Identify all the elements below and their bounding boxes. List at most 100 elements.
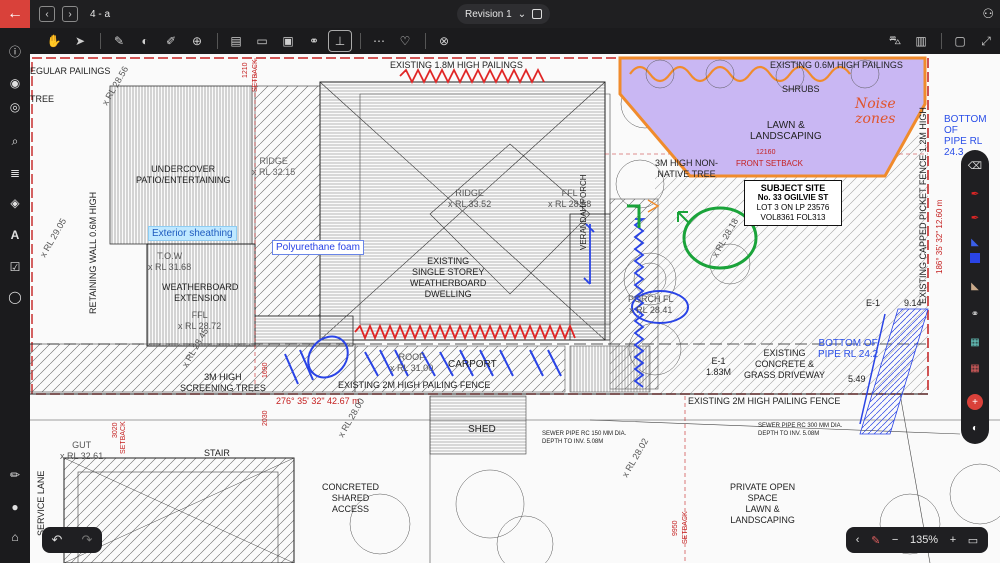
blue-pen-button[interactable]: ◣: [967, 234, 983, 250]
search-button[interactable]: ⌕: [6, 132, 24, 150]
toolbar-divider: [425, 33, 426, 49]
label-shed: SHED: [468, 424, 496, 435]
pan-tool-button[interactable]: ✋: [42, 30, 66, 52]
stamp-button[interactable]: ⊥: [328, 30, 352, 52]
brown-marker-button[interactable]: ◣: [967, 278, 983, 294]
subject-site-box: SUBJECT SITE No. 33 OGILVIE ST LOT 3 ON …: [744, 180, 842, 226]
target-icon: ◉: [9, 76, 21, 90]
markup-visibility-button[interactable]: ▢: [948, 30, 972, 52]
top-bar: ← ‹ › 4 - a Revision 1 ⌄ ⚇: [0, 0, 1000, 28]
info-button[interactable]: ⓘ: [6, 42, 24, 60]
chevron-left-icon: ‹: [45, 8, 49, 20]
layers-button[interactable]: ◈: [6, 194, 24, 212]
eraser-button[interactable]: ⌫: [967, 158, 983, 174]
add-markup-button[interactable]: +: [967, 394, 983, 410]
highlighter-icon: ✐: [165, 34, 177, 48]
revision-selector[interactable]: Revision 1 ⌄: [457, 4, 551, 24]
undo-redo-bar: ↶ ↷: [42, 527, 102, 553]
status-button[interactable]: ●: [6, 498, 24, 516]
previous-page-button[interactable]: ‹: [39, 6, 55, 22]
tablet-pen-icon: ▢: [954, 34, 966, 48]
link-markup-button[interactable]: ⚭: [967, 306, 983, 322]
compare-icon: [532, 9, 543, 19]
link-tool-button[interactable]: ⚭: [302, 30, 326, 52]
checklist-button[interactable]: ☑: [6, 258, 24, 276]
learn-button[interactable]: ⌂: [6, 528, 24, 546]
toolbar-divider: [360, 33, 361, 49]
label-porch-fl: PORCH FL x RL 28.41: [628, 294, 674, 315]
select-tool-button[interactable]: ➤: [68, 30, 92, 52]
blue-swatch[interactable]: [970, 253, 980, 263]
toolbar-divider: [100, 33, 101, 49]
comments-button[interactable]: ◯: [6, 288, 24, 306]
drawing-canvas[interactable]: EXISTING 1.8M HIGH PAILINGS EGULAR PAILI…: [30, 54, 1000, 563]
library-button[interactable]: ▥: [909, 30, 933, 52]
label-dim-1210: 1210: [242, 62, 249, 78]
user-circle-icon: ◎: [9, 100, 21, 114]
label-tow: T.O.W x RL 31.68: [148, 251, 192, 272]
label-e1b: E-1: [866, 298, 881, 308]
add-tool-button[interactable]: ⊕: [185, 30, 209, 52]
teal-stamp-button[interactable]: ▦: [967, 334, 983, 350]
redo-button[interactable]: ↷: [82, 532, 93, 548]
favorite-button[interactable]: ♡: [393, 30, 417, 52]
subject-address: No. 33 OGILVIE ST: [757, 193, 829, 202]
annotation-noise-zones[interactable]: Noise zones: [852, 96, 899, 128]
red-pen-button[interactable]: ✒: [967, 186, 983, 202]
subject-vol: VOL8361 FOL313: [760, 213, 826, 222]
page-label: 4 - a: [90, 8, 111, 20]
red-marker-button[interactable]: ✒: [967, 210, 983, 226]
highlighter-tool-button[interactable]: ✐: [159, 30, 183, 52]
red-stamp-button[interactable]: ▦: [967, 360, 983, 376]
brown-marker-icon: ◣: [971, 280, 979, 292]
chat-bubble-icon: ◯: [8, 290, 22, 304]
pen-tool-button[interactable]: ✎: [107, 30, 131, 52]
shape-tool-button[interactable]: ◐: [133, 30, 157, 52]
edit-list-button[interactable]: ≣: [6, 164, 24, 182]
close-circle-icon: ⊗: [438, 34, 450, 48]
annotation-exterior-sheathing[interactable]: Exterior sheathing: [148, 226, 237, 241]
zoom-in-button[interactable]: +: [950, 534, 956, 546]
chevron-down-icon: ⌄: [517, 8, 527, 20]
collapse-zoom-button[interactable]: ‹: [856, 534, 860, 546]
text-style-button[interactable]: A: [6, 226, 24, 244]
close-tool-button[interactable]: ⊗: [432, 30, 456, 52]
toolbar-divider: [941, 33, 942, 49]
zoom-level[interactable]: 135%: [910, 534, 938, 546]
fit-page-button[interactable]: ▭: [968, 534, 978, 547]
location-button[interactable]: ◉: [6, 74, 24, 92]
pen-icon: ✎: [113, 34, 125, 48]
color-picker-button[interactable]: ◐: [967, 420, 983, 436]
markup-mode-icon[interactable]: ✎: [871, 534, 880, 547]
undo-button[interactable]: ↶: [52, 532, 63, 548]
fullscreen-button[interactable]: ⤢: [974, 30, 998, 52]
image-tool-button[interactable]: ▣: [276, 30, 300, 52]
label-e1: E-1 1.83M: [706, 356, 732, 377]
label-fence-top: EXISTING 1.8M HIGH PAILINGS: [390, 60, 523, 70]
annotation-polyurethane-foam[interactable]: Polyurethane foam: [272, 240, 364, 255]
text-tool-button[interactable]: ▤: [224, 30, 248, 52]
red-pen-icon: ✒: [970, 188, 980, 200]
link-icon: ⚭: [308, 34, 320, 48]
more-button[interactable]: ⋯: [367, 30, 391, 52]
shapes-icon: ◐: [141, 34, 149, 48]
label-front-setback-dim: 12160: [756, 149, 776, 156]
zoom-out-button[interactable]: −: [892, 534, 898, 546]
stamp-tool-button[interactable]: ▭: [250, 30, 274, 52]
label-lawn: LAWN & LANDSCAPING: [750, 120, 822, 142]
label-fence-right: EXISTING 2M HIGH PAILING FENCE: [688, 396, 841, 406]
dot-icon: ●: [11, 500, 19, 514]
revision-label: Revision 1: [465, 8, 512, 20]
next-page-button[interactable]: ›: [62, 6, 78, 22]
drive-mode-button[interactable]: ⛍: [883, 30, 907, 52]
label-front-setback: FRONT SETBACK: [736, 159, 803, 168]
label-stair: STAIR: [204, 448, 230, 458]
back-button[interactable]: ←: [0, 0, 30, 28]
edit-list-icon: ≣: [9, 166, 21, 180]
text-box-icon: ▤: [230, 34, 242, 48]
user-button[interactable]: ◎: [6, 98, 24, 116]
users-icon[interactable]: ⚇: [982, 6, 994, 22]
arrow-left-icon: ←: [7, 5, 23, 22]
label-bearing: 276° 35' 32" 42.67 m: [276, 396, 360, 406]
pencil-settings-button[interactable]: ✏: [6, 466, 24, 484]
